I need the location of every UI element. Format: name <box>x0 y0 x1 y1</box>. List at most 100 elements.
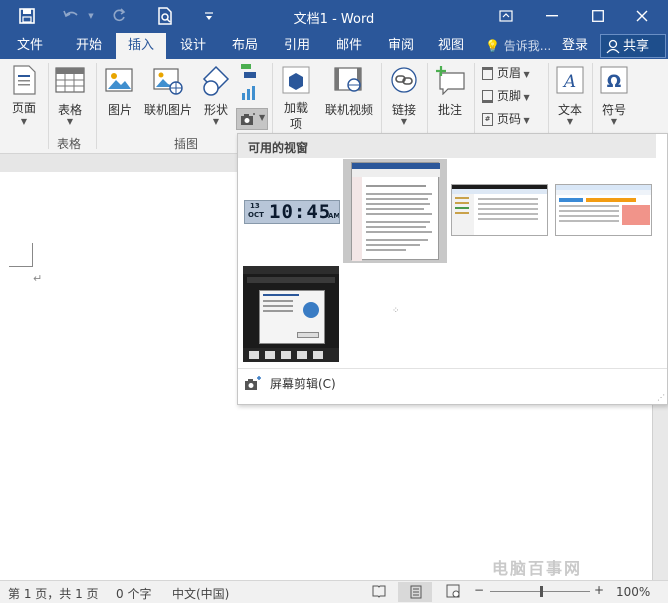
clock-time: 10:45 <box>269 201 332 223</box>
clock-date: 13 <box>250 202 260 210</box>
group-separator <box>48 63 49 149</box>
tab-layout[interactable]: 布局 <box>222 33 268 59</box>
loading-spinner-icon: ⁘ <box>392 306 400 316</box>
screen-clipping-label: 屏幕剪辑(C) <box>270 377 336 391</box>
footer-label: 页脚 <box>497 89 522 103</box>
lightbulb-icon: 💡 <box>485 39 500 53</box>
online-picture-icon <box>153 68 183 95</box>
page-number-dropdown-icon: ▼ <box>521 116 530 125</box>
tab-view[interactable]: 视图 <box>428 33 474 59</box>
page-number-label: 页码 <box>497 112 522 126</box>
page-number-button[interactable]: # 页码 ▼ <box>482 109 546 130</box>
screen-clipping-item[interactable]: 屏幕剪辑(C) <box>238 368 667 398</box>
comment-label: 批注 <box>437 103 462 117</box>
screen-clipping-icon <box>245 376 261 390</box>
web-layout-icon[interactable] <box>446 584 460 601</box>
zoom-slider-thumb[interactable] <box>540 586 543 597</box>
window-thumbnail-document[interactable] <box>343 159 447 263</box>
online-picture-label: 联机图片 <box>143 103 192 117</box>
header-label: 页眉 <box>497 66 522 80</box>
undo-icon[interactable] <box>58 5 84 27</box>
tab-home[interactable]: 开始 <box>64 33 114 59</box>
comment-icon <box>436 66 465 95</box>
table-icon <box>55 67 85 93</box>
group-label-tables: 表格 <box>57 137 82 151</box>
zoom-out-icon[interactable]: − <box>474 583 484 597</box>
picture-button[interactable]: 图片 <box>100 63 140 123</box>
comment-button[interactable]: 批注 <box>430 63 470 123</box>
footer-dropdown-icon: ▼ <box>521 93 530 102</box>
read-mode-icon[interactable] <box>372 584 386 601</box>
tell-me-box[interactable]: 💡 告诉我... <box>485 33 551 59</box>
zoom-in-icon[interactable]: + <box>594 583 604 597</box>
symbols-button[interactable]: Ω 符号 ▼ <box>594 63 634 133</box>
svg-text:Ω: Ω <box>607 72 621 92</box>
screenshot-dropdown-icon: ▼ <box>259 113 266 122</box>
addins-label-1: 加载 <box>283 101 308 115</box>
page-count[interactable]: 第 1 页，共 1 页 <box>8 585 99 602</box>
table-label: 表格 <box>57 103 82 117</box>
table-button[interactable]: 表格 ▼ <box>50 63 90 131</box>
footer-button[interactable]: 页脚 ▼ <box>482 86 546 107</box>
page-icon <box>13 65 36 95</box>
tab-references[interactable]: 引用 <box>274 33 320 59</box>
title-bar: ▼ 文档1 - Word <box>0 0 668 33</box>
print-layout-icon[interactable] <box>398 582 432 602</box>
paragraph-mark: ↵ <box>33 272 43 285</box>
tab-mailings[interactable]: 邮件 <box>326 33 372 59</box>
text-button[interactable]: A 文本 ▼ <box>550 63 590 133</box>
chart-button[interactable] <box>238 85 260 105</box>
login-link[interactable]: 登录 <box>562 33 588 59</box>
page-number-icon: # <box>482 113 493 126</box>
pages-button[interactable]: 页面 ▼ <box>4 63 44 131</box>
shapes-icon <box>202 65 230 96</box>
resize-grip-icon[interactable]: ⋰ <box>657 393 665 402</box>
symbols-label: 符号 <box>601 103 626 117</box>
addins-button[interactable]: 加载 项 <box>276 63 316 133</box>
print-preview-icon[interactable] <box>152 5 178 27</box>
link-button[interactable]: 链接 ▼ <box>384 63 424 133</box>
smartart-button[interactable] <box>238 63 260 83</box>
tab-review[interactable]: 审阅 <box>378 33 424 59</box>
share-button[interactable]: 共享 <box>600 34 666 58</box>
window-thumbnail-clock[interactable]: 13 OCT 10:45 AM <box>244 200 340 224</box>
link-dropdown-icon: ▼ <box>400 117 408 126</box>
online-picture-button[interactable]: 联机图片 <box>142 63 194 123</box>
status-bar: 第 1 页，共 1 页 0 个字 中文(中国) − + 100% <box>0 580 668 603</box>
screenshot-button[interactable]: ▼ <box>236 108 268 130</box>
window-thumbnail-browser[interactable] <box>555 184 652 236</box>
header-button[interactable]: 页眉 ▼ <box>482 63 546 84</box>
online-video-button[interactable]: 联机视频 <box>320 63 378 123</box>
redo-icon[interactable] <box>106 5 132 27</box>
person-icon <box>606 39 620 54</box>
smartart-icon <box>241 64 256 78</box>
word-count[interactable]: 0 个字 <box>116 585 151 602</box>
shapes-dropdown-icon: ▼ <box>212 117 220 126</box>
tab-file[interactable]: 文件 <box>6 33 54 59</box>
tab-design[interactable]: 设计 <box>170 33 216 59</box>
omega-icon: Ω <box>600 66 628 94</box>
text-label: 文本 <box>557 103 582 117</box>
customize-quick-access-icon[interactable] <box>196 5 222 27</box>
tab-insert[interactable]: 插入 <box>116 33 166 59</box>
camera-icon <box>241 113 255 125</box>
undo-dropdown-icon[interactable]: ▼ <box>84 5 98 27</box>
picture-icon <box>105 68 133 92</box>
tell-me-label: 告诉我... <box>503 39 552 53</box>
close-icon[interactable] <box>622 3 662 29</box>
ribbon-display-options-icon[interactable] <box>486 3 526 29</box>
group-separator <box>96 63 97 149</box>
zoom-level[interactable]: 100% <box>616 585 650 599</box>
maximize-icon[interactable] <box>578 3 618 29</box>
symbols-dropdown-icon: ▼ <box>610 117 618 126</box>
shapes-button[interactable]: 形状 ▼ <box>196 63 236 131</box>
window-thumbnail-installer[interactable] <box>243 266 339 362</box>
svg-text:A: A <box>562 72 576 92</box>
minimize-icon[interactable] <box>532 3 572 29</box>
picture-label: 图片 <box>107 103 132 117</box>
language-indicator[interactable]: 中文(中国) <box>172 585 229 602</box>
window-thumbnail-explorer[interactable] <box>451 184 548 236</box>
save-icon[interactable] <box>14 5 40 27</box>
store-icon <box>282 66 310 94</box>
screenshot-gallery: 可用的视窗 13 OCT 10:45 AM ⁘ 屏幕剪辑(C) ⋰ <box>237 133 668 405</box>
